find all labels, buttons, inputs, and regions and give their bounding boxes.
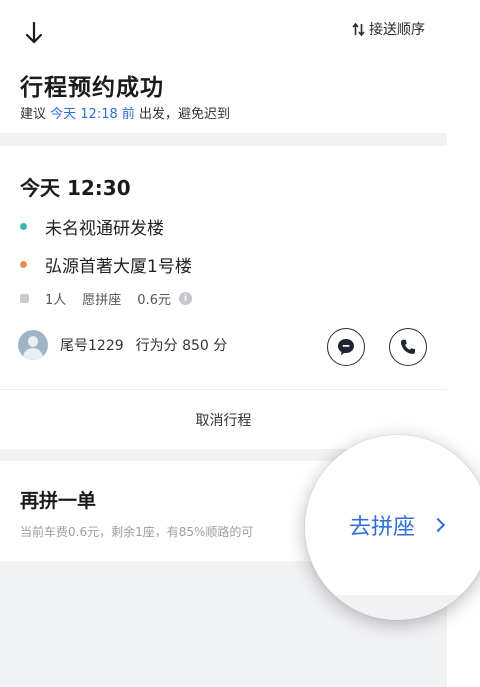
departure-suggestion: 建议 今天 12:18 前 出发，避免迟到 bbox=[20, 103, 230, 122]
message-icon bbox=[338, 339, 354, 356]
trip-time: 今天 12:30 bbox=[20, 176, 131, 200]
avatar[interactable] bbox=[18, 330, 48, 360]
page-title: 行程预约成功 bbox=[20, 75, 164, 101]
call-button[interactable] bbox=[389, 328, 427, 366]
origin-stop: 未名视通研发楼 bbox=[20, 214, 164, 239]
driver-score: 行为分 850 分 bbox=[135, 338, 228, 354]
destination-dot-icon bbox=[20, 261, 27, 268]
arrow-down-icon bbox=[25, 21, 43, 44]
info-icon[interactable]: i bbox=[178, 292, 192, 305]
pickup-order-label: 接送顺序 bbox=[369, 22, 425, 38]
suggestion-suffix: 出发，避免迟到 bbox=[134, 107, 231, 122]
seat-icon bbox=[20, 294, 29, 303]
phone-icon bbox=[401, 339, 415, 354]
destination-label: 弘源首著大厦1号楼 bbox=[45, 257, 192, 277]
origin-label: 未名视通研发楼 bbox=[45, 219, 164, 239]
back-button[interactable] bbox=[22, 18, 46, 48]
trip-card: 今天 12:30 未名视通研发楼 弘源首著大厦1号楼 1人 愿拼座 0.6元 i… bbox=[0, 146, 447, 449]
passenger-count: 1人 bbox=[45, 293, 67, 308]
pickup-order-button[interactable]: 接送顺序 bbox=[352, 19, 425, 39]
go-carpool-button[interactable]: 去拼座 bbox=[349, 509, 446, 541]
carpool-description: 当前车费0.6元，剩余1座，有85%顺路的可 bbox=[20, 525, 254, 539]
driver-info: 尾号1229 行为分 850 分 bbox=[18, 330, 227, 360]
price: 0.6元 bbox=[137, 293, 171, 308]
driver-plate: 尾号1229 bbox=[60, 338, 124, 354]
origin-dot-icon bbox=[20, 223, 27, 230]
message-button[interactable] bbox=[327, 328, 365, 366]
seat-type: 愿拼座 bbox=[82, 293, 122, 308]
chevron-right-icon bbox=[430, 517, 446, 533]
destination-stop: 弘源首著大厦1号楼 bbox=[20, 252, 192, 277]
magnifier-callout: 去拼座 bbox=[305, 435, 480, 620]
suggestion-prefix: 建议 bbox=[20, 107, 51, 122]
go-carpool-label: 去拼座 bbox=[349, 515, 416, 540]
carpool-title: 再拼一单 bbox=[20, 490, 97, 512]
header-card: 接送顺序 行程预约成功 建议 今天 12:18 前 出发，避免迟到 bbox=[0, 0, 447, 133]
sort-icon bbox=[352, 22, 365, 36]
suggestion-time: 今天 12:18 前 bbox=[50, 107, 135, 122]
ride-info: 1人 愿拼座 0.6元 i bbox=[20, 289, 192, 308]
